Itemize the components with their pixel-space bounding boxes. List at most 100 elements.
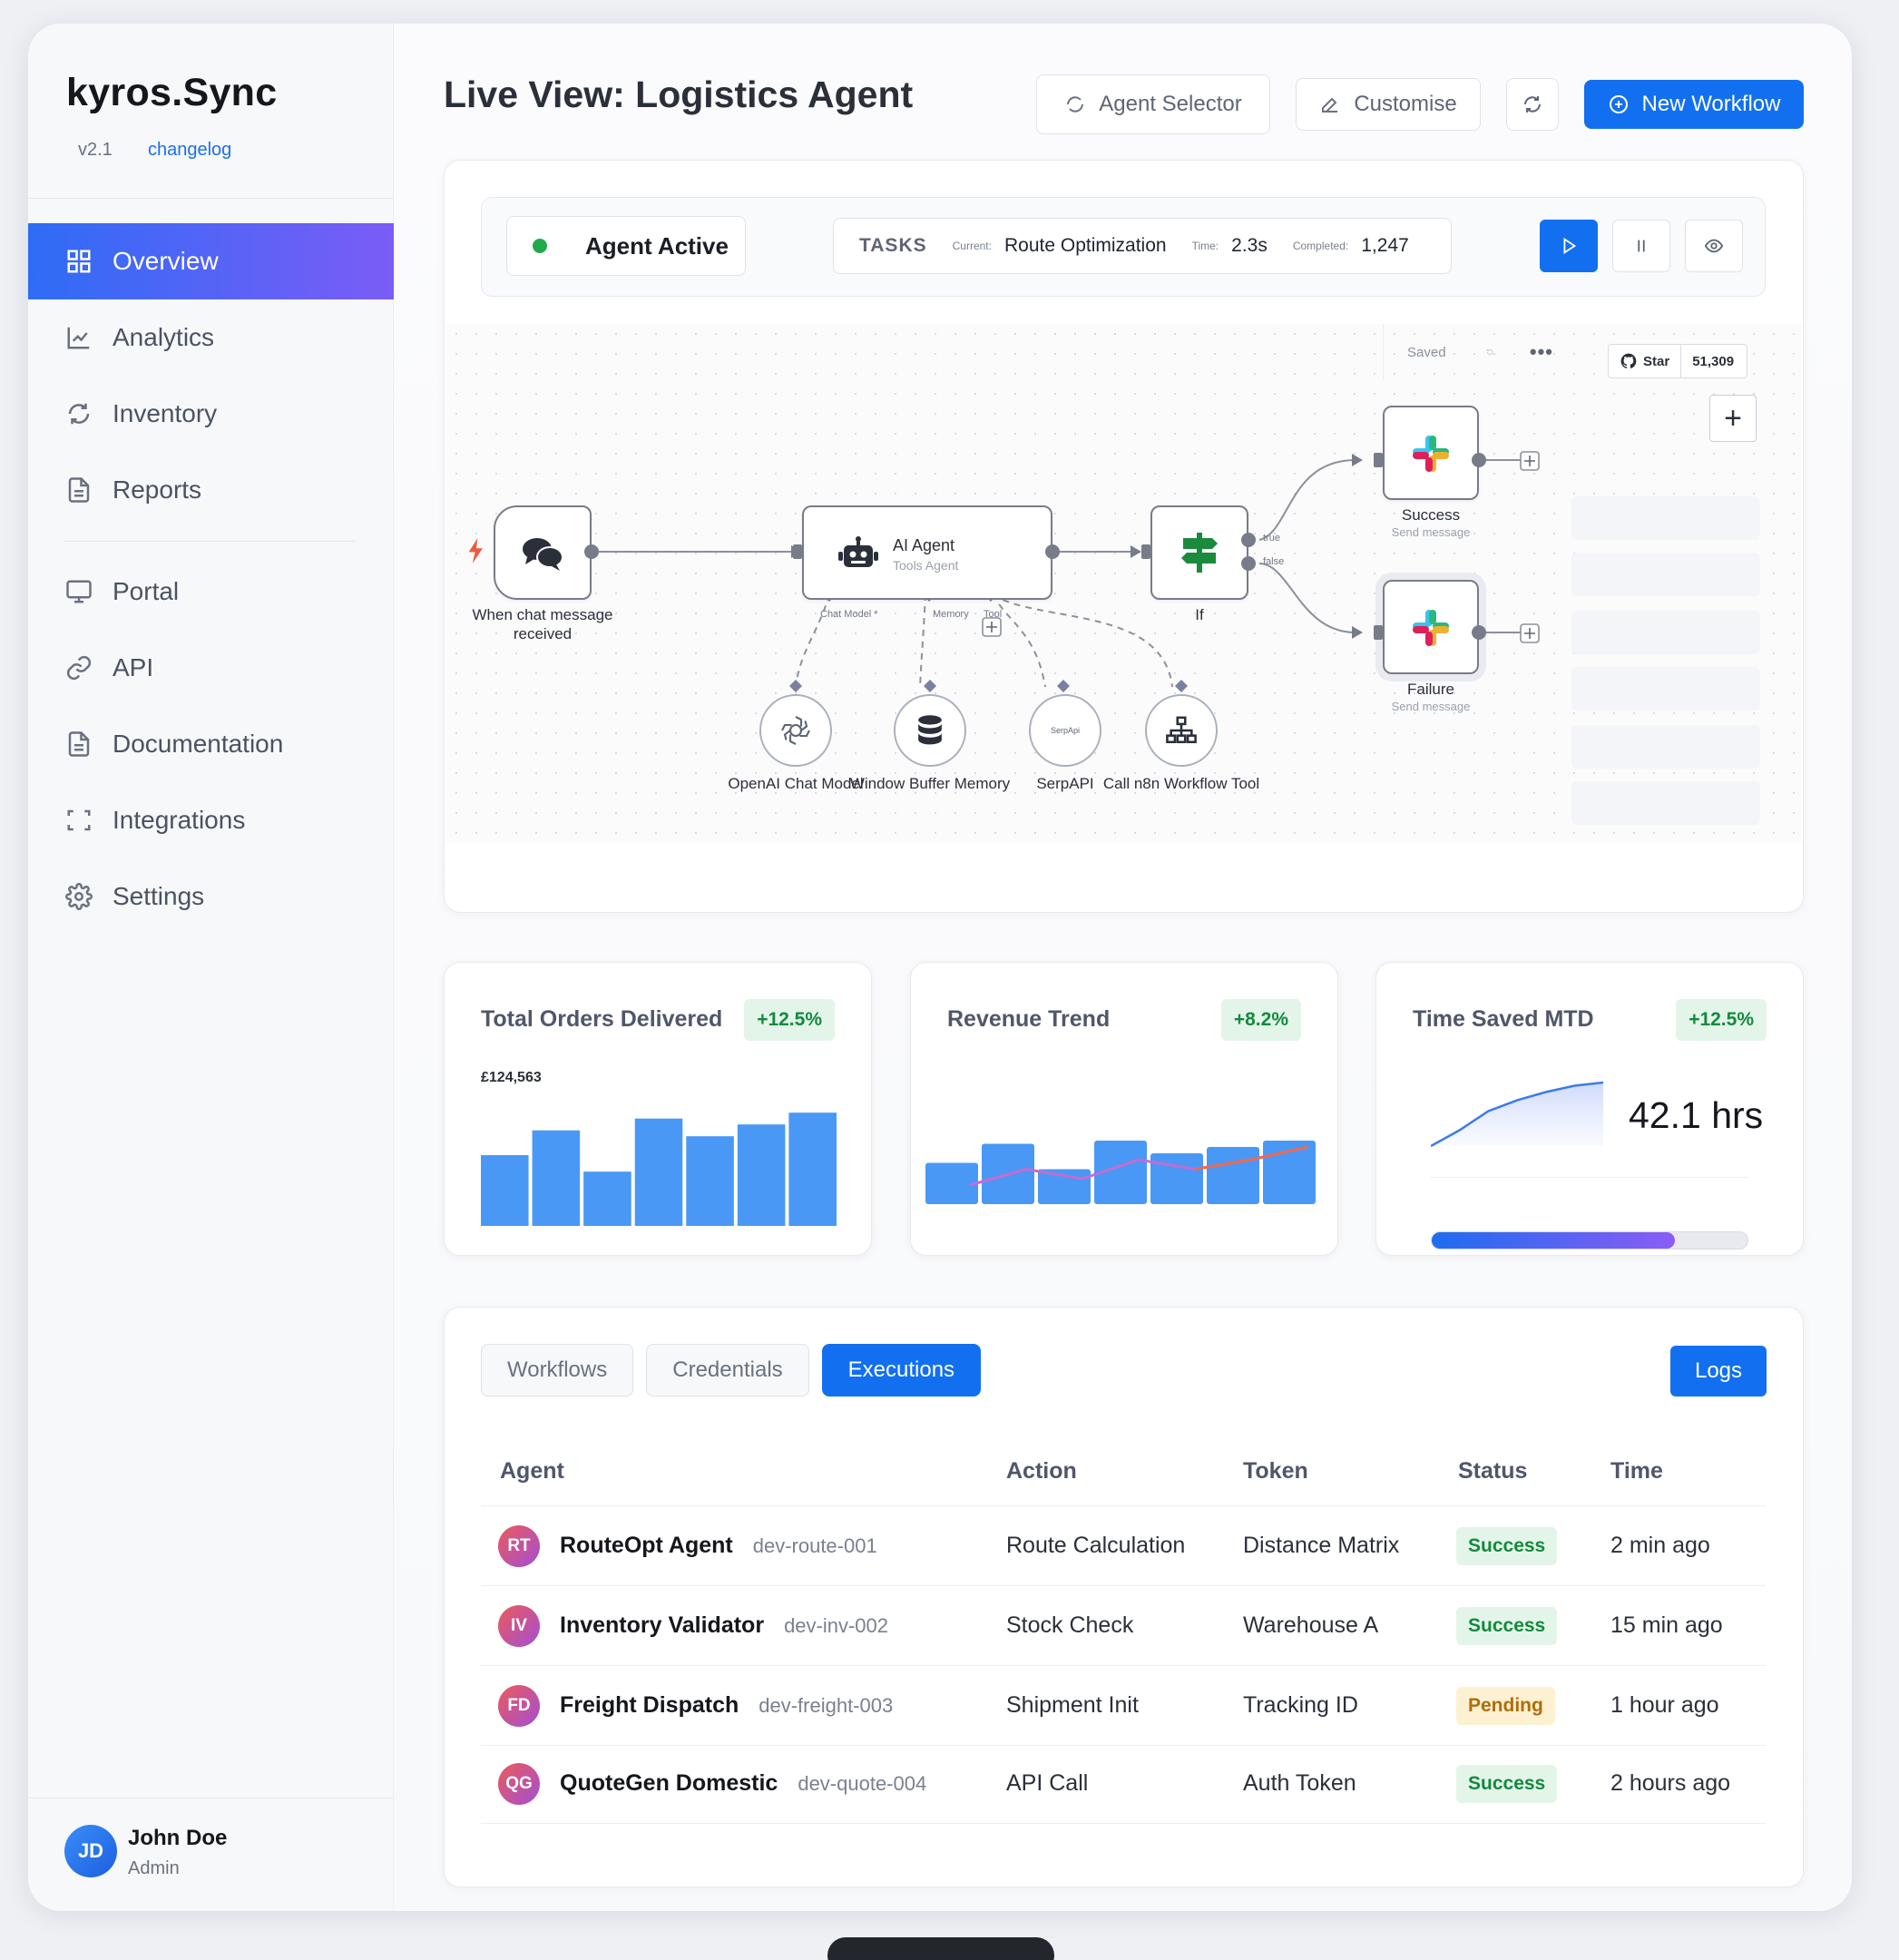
ai-agent-node[interactable]: AI Agent Tools Agent [802,505,1052,600]
token-cell: Tracking ID [1243,1692,1358,1718]
divider [481,1665,1766,1666]
live-view-card: Agent Active TASKS Current: Route Optimi… [444,160,1804,913]
if-node-label: If [1195,606,1204,623]
user-role: Admin [128,1858,180,1878]
user-name: John Doe [128,1826,228,1850]
database-icon [918,715,942,745]
sidebar-item-label: Analytics [113,323,215,351]
input-port[interactable] [793,544,802,559]
sidebar-item-api[interactable]: API [28,630,394,706]
input-port[interactable] [1141,544,1150,559]
chart-bar [634,1118,683,1226]
input-port[interactable] [1374,453,1383,467]
input-port[interactable] [1374,625,1383,640]
sidebar-item-analytics[interactable]: Analytics [28,299,394,376]
trigger-node-label: When chat message received [472,606,613,642]
false-output-port[interactable] [1241,556,1256,571]
memory-node[interactable] [894,694,966,767]
sidebar-item-overview[interactable]: Overview [28,223,394,299]
page-title: Live View: Logistics Agent [444,74,914,115]
play-button[interactable] [1540,220,1598,272]
stat-card-revenue: Revenue Trend +8.2% [910,962,1338,1256]
logs-button[interactable]: Logs [1670,1346,1767,1396]
document-icon [68,731,90,757]
view-button[interactable] [1685,220,1743,272]
stat-title: Time Saved MTD [1413,1006,1594,1032]
play-icon [1563,237,1577,255]
output-port[interactable] [1472,453,1486,467]
if-node[interactable] [1150,505,1248,600]
failure-node[interactable] [1383,580,1479,674]
tab-bar: Workflows Credentials Executions [481,1344,982,1396]
stat-badge: +8.2% [1220,999,1301,1041]
tab-executions[interactable]: Executions [821,1344,982,1396]
tasks-panel: TASKS Current: Route Optimization Time: … [833,218,1452,274]
true-output-port[interactable] [1241,533,1256,547]
sitemap-icon [1166,716,1197,744]
serpapi-node[interactable]: SerpApi [1029,694,1101,767]
column-header-time: Time [1610,1458,1663,1484]
executions-card: Workflows Credentials Executions Logs Ag… [444,1307,1804,1887]
slack-icon [1413,610,1449,646]
dock[interactable] [827,1937,1054,1960]
sidebar-item-documentation[interactable]: Documentation [28,706,394,782]
chat-model-port-label: Chat Model * [820,609,878,620]
stat-badge: +12.5% [744,999,835,1041]
agent-selector-button[interactable]: Agent Selector [1036,74,1270,134]
openai-node[interactable] [759,694,832,767]
output-port[interactable] [584,544,599,559]
time-cell: 2 hours ago [1610,1770,1731,1796]
sidebar-item-settings[interactable]: Settings [28,858,394,935]
sidebar-item-inventory[interactable]: Inventory [28,376,394,452]
app-window: kyros.Sync v2.1 changelog Overview Analy… [28,24,1852,1911]
time-cell: 2 min ago [1610,1533,1710,1558]
tool-port-label: Tool [984,609,1003,620]
changelog-link[interactable]: changelog [148,140,231,161]
stat-title: Revenue Trend [947,1006,1111,1032]
sidebar-item-label: Portal [113,577,180,605]
tab-workflows[interactable]: Workflows [481,1344,634,1396]
link-icon [66,655,92,681]
monitor-icon [66,580,92,603]
refresh-button[interactable] [1506,78,1559,131]
avatar: JD [64,1825,117,1877]
completed-label: Completed: [1292,240,1349,252]
chart-bar [788,1112,837,1226]
workflow-tool-node[interactable] [1145,694,1218,767]
sidebar-divider [64,541,355,542]
sidebar-item-portal[interactable]: Portal [28,554,394,630]
output-port[interactable] [1472,625,1486,640]
chart-bar [481,1155,529,1226]
grid-icon [67,250,91,273]
gear-icon [65,883,93,910]
token-cell: Distance Matrix [1243,1533,1400,1558]
time-saved-value: 42.1 hrs [1629,1094,1764,1136]
success-node[interactable] [1383,406,1479,500]
customise-button[interactable]: Customise [1296,78,1481,131]
completed-count: 1,247 [1361,235,1409,256]
agent-name: Inventory Validator [560,1612,765,1638]
column-header-status: Status [1458,1458,1528,1484]
agent-name: RouteOpt Agent [560,1533,733,1558]
chat-trigger-node[interactable] [494,505,592,600]
output-port[interactable] [1045,544,1060,559]
chart-bar [532,1130,581,1226]
new-workflow-button[interactable]: New Workflow [1584,80,1804,129]
current-task: Route Optimization [1003,235,1167,256]
sidebar-item-integrations[interactable]: Integrations [28,782,394,858]
brand-name: kyros.Sync [66,71,278,114]
agent-selector-label: Agent Selector [1099,92,1242,116]
sidebar-item-label: Settings [113,882,205,910]
sidebar-item-label: Integrations [113,806,246,834]
stat-badge: +12.5% [1676,999,1767,1041]
new-workflow-label: New Workflow [1641,92,1781,116]
workflow-canvas[interactable]: Saved ••• Star 51,309 + When chat messag… [446,324,1802,843]
column-header-token: Token [1243,1458,1308,1484]
sidebar-item-reports[interactable]: Reports [28,452,394,528]
agent-id: dev-quote-004 [798,1772,927,1795]
user-profile[interactable]: JD [64,1825,117,1877]
pause-button[interactable] [1612,220,1670,272]
plus-circle-icon [1609,95,1628,113]
tab-credentials[interactable]: Credentials [646,1344,809,1396]
current-label: Current: [952,240,992,252]
